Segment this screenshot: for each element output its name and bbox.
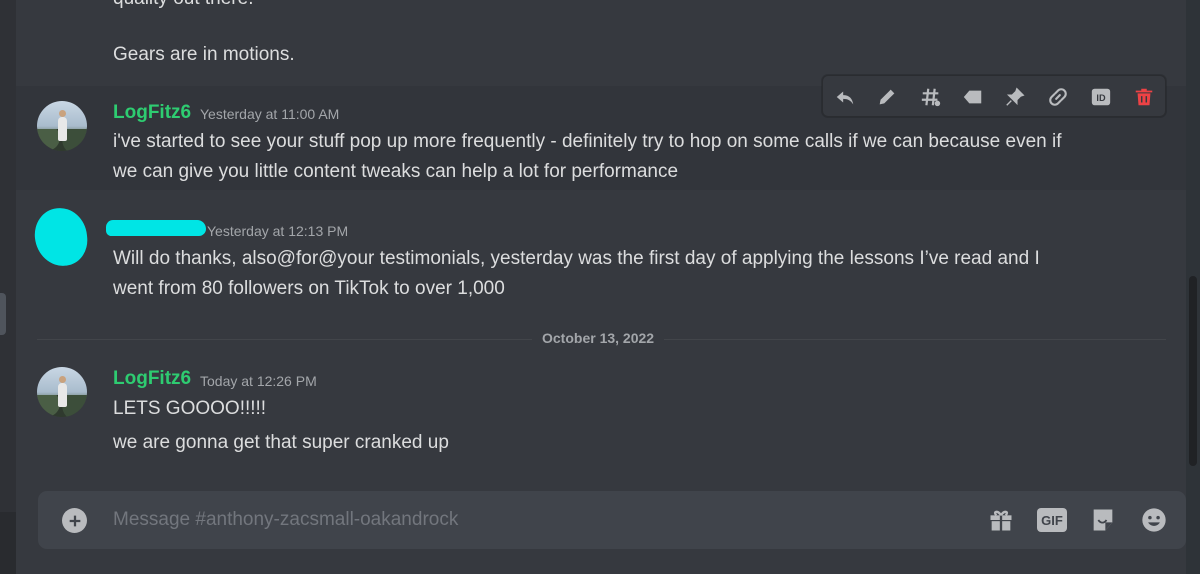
scrollbar-thumb[interactable] xyxy=(1189,276,1197,466)
message-input[interactable]: Message #anthony-zacsmall-oakandrock xyxy=(113,509,458,531)
message-actions-toolbar: ID xyxy=(822,75,1166,117)
emoji-icon[interactable] xyxy=(1139,505,1169,535)
pin-icon[interactable] xyxy=(1001,84,1029,110)
server-sidebar-edge xyxy=(0,0,16,574)
mark-unread-icon[interactable] xyxy=(959,84,987,110)
scrollbar[interactable] xyxy=(1186,0,1200,574)
sidebar-bottom xyxy=(0,512,16,574)
id-label: ID xyxy=(1096,93,1106,103)
sticker-icon[interactable] xyxy=(1088,505,1118,535)
message-text: Will do thanks, also@for@your testimonia… xyxy=(113,248,1040,269)
add-icon[interactable] xyxy=(62,508,87,533)
edit-icon[interactable] xyxy=(873,84,901,110)
redacted-avatar[interactable] xyxy=(32,205,90,269)
gift-icon[interactable] xyxy=(986,505,1016,535)
message-text: we can give you little content tweaks ca… xyxy=(113,161,679,182)
avatar[interactable] xyxy=(37,101,87,151)
message-text: LETS GOOOO!!!!! xyxy=(113,398,267,419)
sidebar-indicator xyxy=(0,293,6,335)
avatar[interactable] xyxy=(37,367,87,417)
message-text: i've started to see your stuff pop up mo… xyxy=(113,131,1062,152)
delete-icon[interactable] xyxy=(1130,84,1158,110)
timestamp[interactable]: Yesterday at 12:13 PM xyxy=(207,223,348,239)
gif-icon[interactable]: GIF xyxy=(1037,505,1067,535)
username[interactable]: LogFitz6 xyxy=(113,102,191,124)
copy-id-icon[interactable]: ID xyxy=(1087,84,1115,110)
message-text: went from 80 followers on TikTok to over… xyxy=(113,278,505,299)
username[interactable]: LogFitz6 xyxy=(113,368,191,390)
message-text: Gears are in motions. xyxy=(113,44,295,65)
create-thread-icon[interactable] xyxy=(917,84,945,110)
redacted-username[interactable] xyxy=(106,220,206,236)
date-divider: October 13, 2022 xyxy=(532,330,665,346)
timestamp[interactable]: Today at 12:26 PM xyxy=(200,373,317,389)
timestamp[interactable]: Yesterday at 11:00 AM xyxy=(200,106,339,122)
message-text-cut: quality out there. xyxy=(113,0,253,10)
copy-link-icon[interactable] xyxy=(1044,84,1072,110)
message-text: we are gonna get that super cranked up xyxy=(113,432,449,453)
message-composer[interactable]: Message #anthony-zacsmall-oakandrock GIF xyxy=(38,491,1186,549)
gif-label: GIF xyxy=(1037,508,1067,532)
reply-icon[interactable] xyxy=(831,84,859,110)
